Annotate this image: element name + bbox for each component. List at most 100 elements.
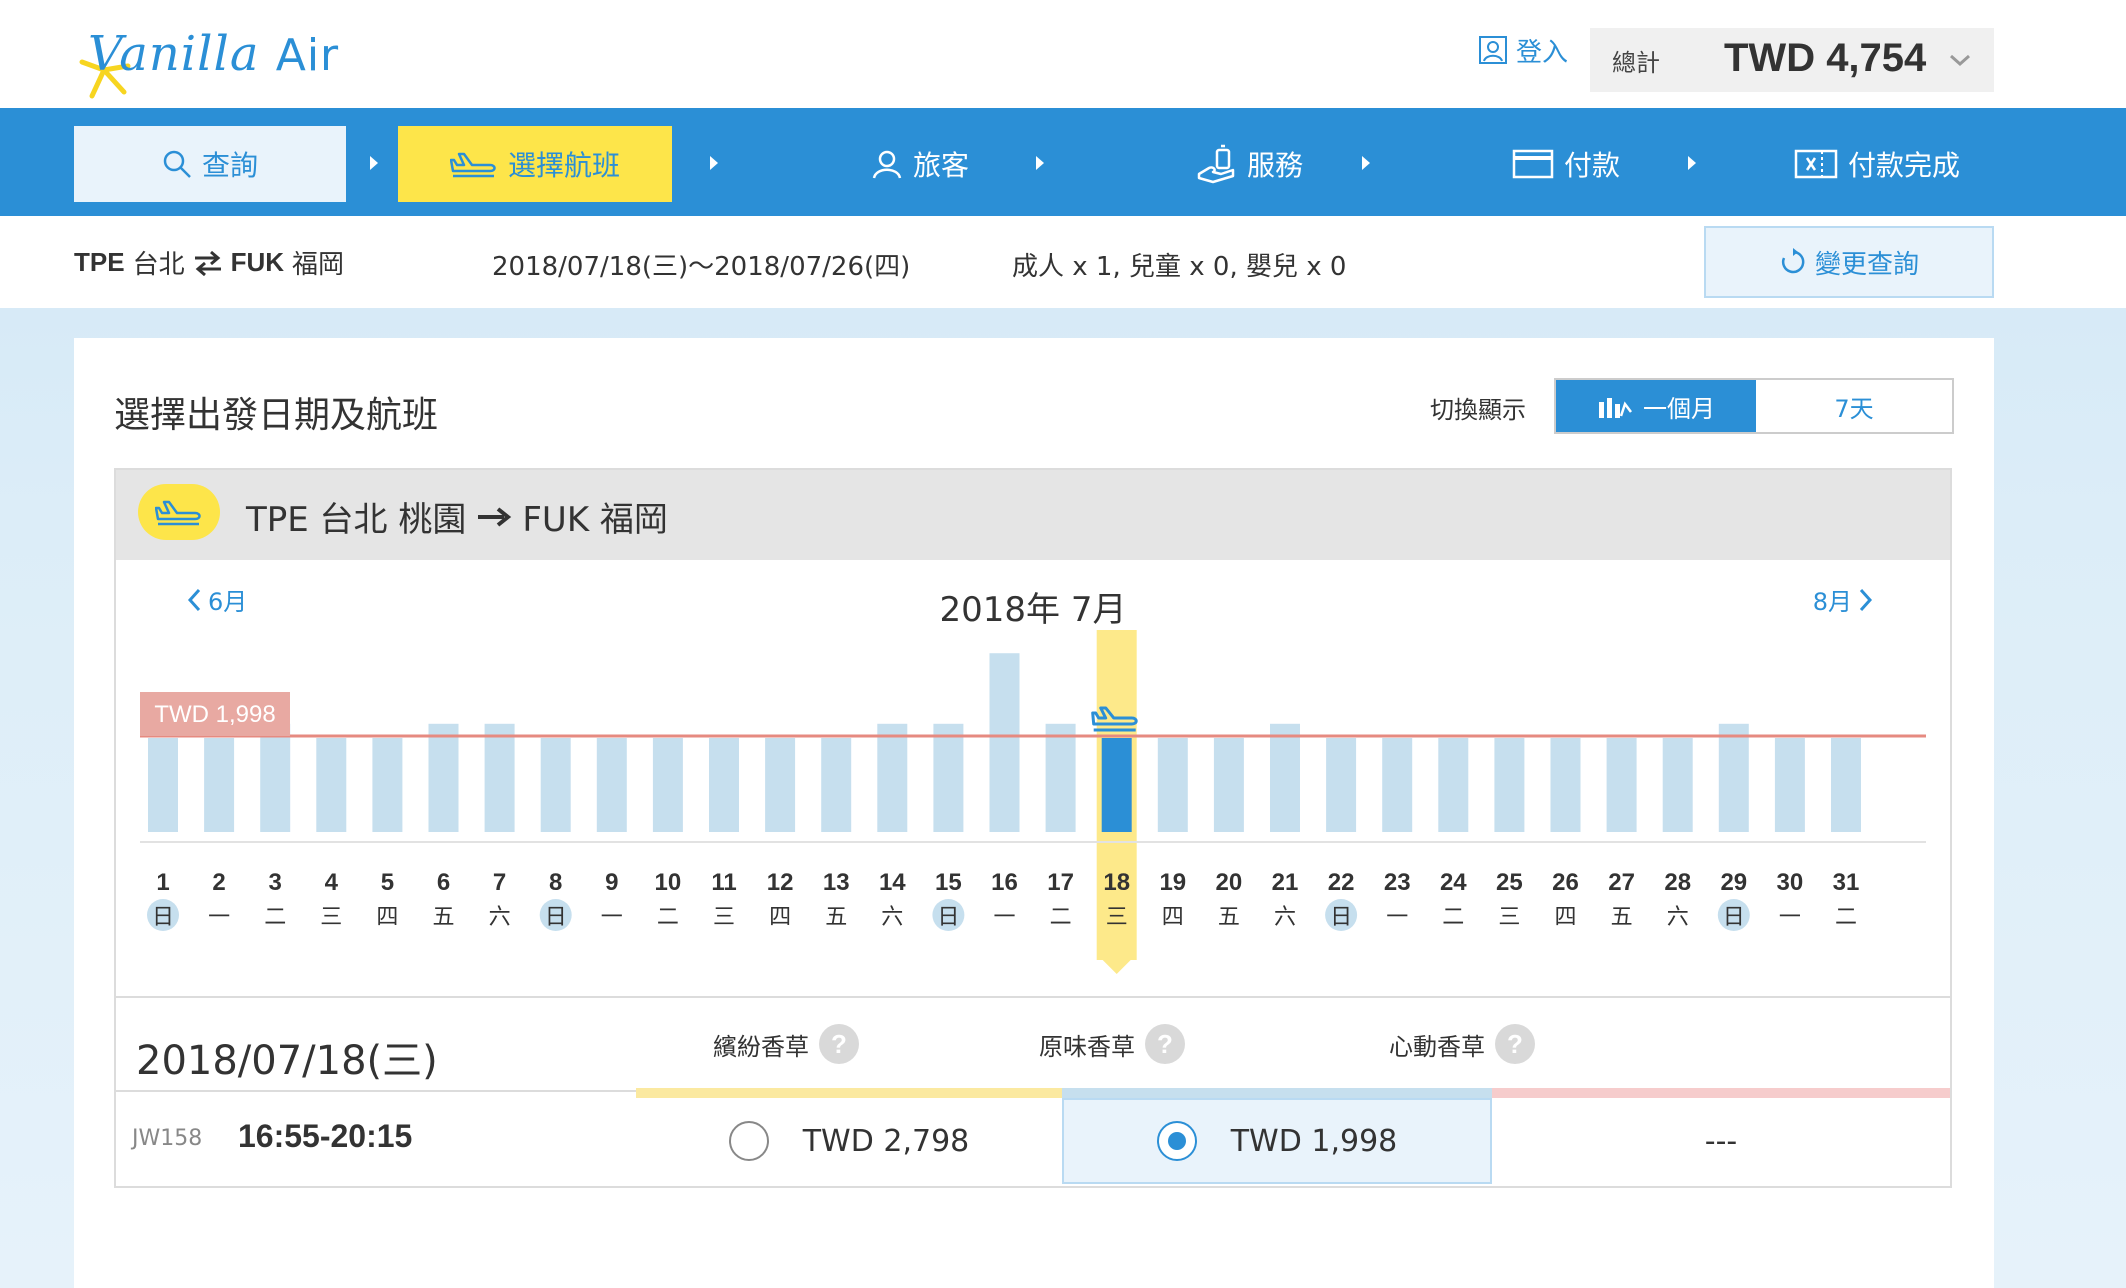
day-number: 20	[1216, 869, 1243, 896]
fare-column-header: 繽紛香草 ?	[636, 1024, 936, 1064]
fare-color-strip	[1062, 1088, 1492, 1098]
weekday-label: 五	[1611, 905, 1633, 930]
day-number: 22	[1328, 869, 1355, 896]
day-number: 1	[156, 869, 169, 896]
help-icon[interactable]: ?	[1145, 1024, 1185, 1064]
total-price-dropdown[interactable]: 總計 TWD 4,754	[1590, 28, 1994, 92]
step-search[interactable]: 查詢	[74, 126, 346, 202]
flight-number: JW158	[132, 1126, 203, 1151]
price-bar-17	[1045, 723, 1076, 832]
step-payment-complete[interactable]: 付款完成	[1760, 126, 1994, 202]
section-title: 選擇出發日期及航班	[114, 395, 439, 436]
price-bar-2	[204, 737, 235, 832]
weekday-label: 四	[1554, 905, 1576, 930]
step-label: 服務	[1246, 149, 1303, 182]
weekday-label: 六	[881, 905, 903, 930]
price-bar-9	[596, 737, 627, 832]
fare-column-header: 心動香草 ?	[1312, 1024, 1612, 1064]
day-number: 31	[1833, 869, 1860, 896]
step-select-flight[interactable]: 選擇航班	[398, 126, 672, 202]
search-summary: TPE 台北 FUK 福岡 2018/07/18(三)～2018/07/26(四) …	[0, 216, 2126, 308]
weekday-label: 四	[376, 905, 398, 930]
chevron-down-icon	[1950, 54, 1970, 67]
step-arrow-icon	[1688, 156, 1696, 170]
price-bar-29	[1718, 723, 1749, 832]
toggle-week-button[interactable]: 7天	[1756, 380, 1952, 432]
fare-radio[interactable]	[728, 1121, 769, 1161]
fare-price: TWD 1,998	[1230, 1123, 1398, 1159]
price-bar-20	[1213, 737, 1244, 832]
step-arrow-icon	[710, 156, 718, 170]
weekday-label: 日	[1330, 905, 1352, 930]
fare-option[interactable]: TWD 2,798	[636, 1098, 1062, 1184]
step-arrow-icon	[1362, 156, 1370, 170]
day-number: 12	[767, 869, 794, 896]
weekday-label: 六	[1274, 905, 1296, 930]
change-search-button[interactable]: 變更查詢	[1704, 226, 1994, 298]
fare-calendar: TPE 台北 桃園 FUK 福岡 6月 2018年 7月 8月 1日2一3二4三…	[114, 468, 1952, 998]
price-bar-16	[989, 653, 1020, 832]
selected-date: 2018/07/18(三)	[136, 1038, 438, 1084]
chevron-right-icon	[1859, 588, 1873, 611]
price-bar-13	[821, 737, 852, 832]
price-bar-23	[1382, 737, 1413, 832]
step-label: 查詢	[201, 149, 258, 182]
day-number: 8	[549, 869, 562, 896]
flight-time: 16:55-20:15	[238, 1118, 413, 1154]
step-passengers[interactable]: 旅客	[800, 126, 1040, 202]
weekday-label: 五	[432, 905, 454, 930]
toggle-month-button[interactable]: 一個月	[1556, 380, 1756, 432]
weekday-label: 日	[937, 905, 959, 930]
help-icon[interactable]: ?	[819, 1024, 859, 1064]
day-number: 3	[269, 869, 282, 896]
weekday-label: 三	[1106, 905, 1128, 930]
fare-color-strip	[636, 1088, 1062, 1098]
weekday-label: 一	[1779, 905, 1801, 930]
weekday-label: 一	[993, 905, 1015, 930]
price-bar-8	[540, 737, 571, 832]
price-bar-21	[1270, 723, 1300, 832]
flight-selection-card: 選擇出發日期及航班 切換顯示 一個月 7天 TPE 台北 桃園 FUK 福岡 6…	[74, 338, 1994, 1288]
login-link[interactable]: 登入	[1478, 30, 1568, 70]
day-number: 15	[935, 869, 962, 896]
bar-chart-icon	[1599, 398, 1632, 418]
passenger-count: 成人 x 1, 兒童 x 0, 嬰兒 x 0	[1012, 252, 1347, 282]
brand-name: Vanilla Air	[88, 26, 340, 82]
fare-option-selected[interactable]: TWD 1,998	[1062, 1098, 1492, 1184]
fare-radio[interactable]	[1156, 1121, 1197, 1161]
weekday-label: 日	[545, 905, 567, 930]
price-bar-11	[709, 737, 739, 832]
day-number: 9	[605, 869, 618, 896]
day-number: 21	[1272, 869, 1299, 896]
weekday-label: 一	[1386, 905, 1408, 930]
fare-bar-chart: 1 日 2 一 3 二 4 三 5 四 6 五 7 六 8 日 9 一 10 二 11 三 12 四 13 五 14 六 15 日 16 一 1…	[140, 630, 1926, 974]
day-number: 10	[655, 869, 682, 896]
step-payment[interactable]: 付款	[1446, 126, 1686, 202]
refresh-icon	[1781, 248, 1805, 274]
help-icon[interactable]: ?	[1495, 1024, 1535, 1064]
step-label: 付款	[1563, 149, 1620, 182]
day-number: 16	[991, 869, 1018, 896]
day-number: 23	[1384, 869, 1411, 896]
day-number: 2	[212, 869, 225, 896]
price-bar-25	[1494, 737, 1525, 832]
total-value: TWD 4,754	[1724, 36, 1927, 80]
search-icon	[163, 150, 191, 178]
vanilla-air-logo[interactable]: Vanilla Air	[74, 18, 338, 99]
step-services[interactable]: 服務	[1130, 126, 1370, 202]
weekday-label: 六	[1667, 905, 1689, 930]
weekday-label: 二	[1442, 905, 1464, 930]
route-title: TPE 台北 桃園 FUK 福岡	[246, 500, 668, 540]
fare-table: 2018/07/18(三) 繽紛香草 ? 原味香草 ? 心動香草 ? JW158…	[114, 998, 1952, 1188]
step-label: 旅客	[912, 149, 969, 182]
price-bar-14	[877, 723, 908, 832]
day-number: 6	[437, 869, 450, 896]
route-summary: TPE 台北 FUK 福岡	[74, 247, 345, 280]
weekday-label: 六	[489, 905, 511, 930]
fare-column-header: 原味香草 ?	[962, 1024, 1262, 1064]
price-bar-19	[1157, 737, 1188, 832]
plane-badge	[138, 484, 220, 540]
price-bar-7	[484, 723, 515, 832]
price-bar-28	[1662, 737, 1693, 832]
day-number: 25	[1496, 869, 1523, 896]
